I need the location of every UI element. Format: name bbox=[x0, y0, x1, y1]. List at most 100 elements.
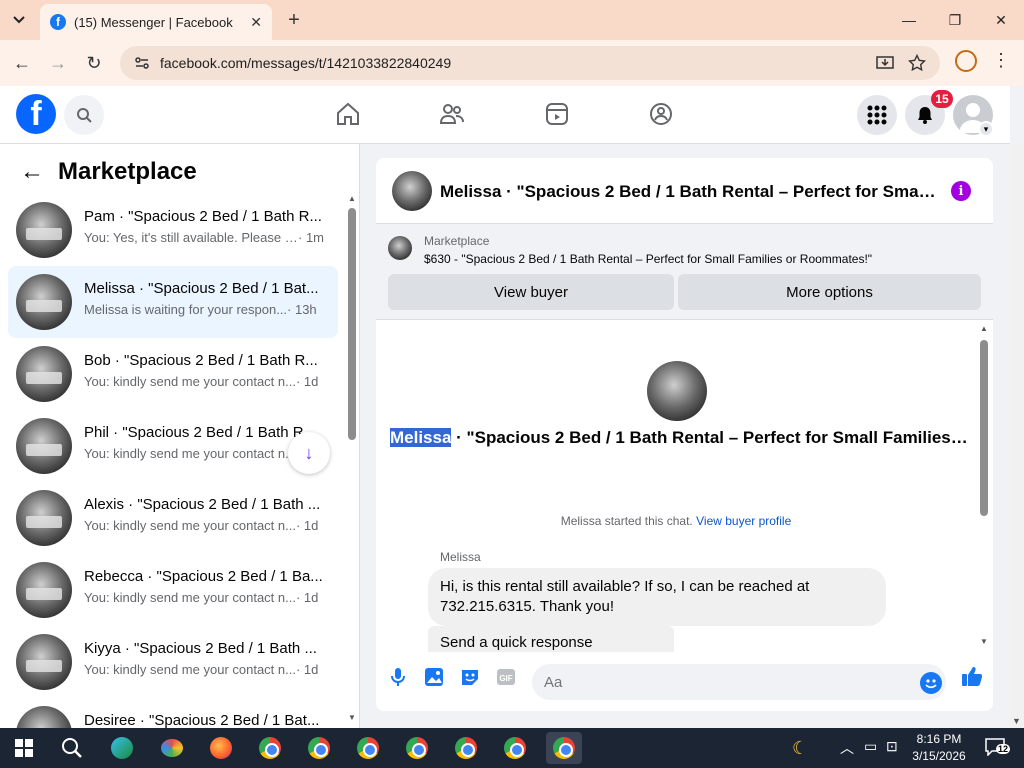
facebook-logo-icon[interactable]: f bbox=[16, 94, 56, 134]
chrome-icon[interactable] bbox=[546, 732, 582, 764]
search-button[interactable] bbox=[64, 95, 104, 135]
chrome-icon[interactable] bbox=[448, 732, 484, 764]
conversation-name: Melissa · "Spacious 2 Bed / 1 Bat... bbox=[84, 280, 319, 297]
sticker-icon[interactable] bbox=[459, 666, 481, 688]
browser-profile-icon[interactable] bbox=[955, 50, 977, 72]
bookmark-star-icon[interactable] bbox=[908, 54, 926, 72]
browser-menu-icon[interactable]: ⋮ bbox=[992, 50, 1010, 71]
forward-button[interactable]: → bbox=[45, 50, 71, 76]
photo-icon[interactable] bbox=[423, 666, 445, 688]
more-options-button[interactable]: More options bbox=[678, 274, 981, 310]
thumbs-up-icon[interactable] bbox=[960, 664, 984, 688]
message-bubble[interactable]: Hi, is this rental still available? If s… bbox=[428, 568, 886, 626]
start-button[interactable] bbox=[6, 732, 42, 764]
conversation-snippet: You: kindly send me your contact n... · … bbox=[84, 590, 324, 605]
windows-logo-icon bbox=[15, 739, 33, 757]
snippet-time: · 1d bbox=[295, 662, 319, 677]
snippet-text: You: kindly send me your contact n... bbox=[84, 590, 296, 605]
conversation-snippet: You: kindly send me your contact n... · … bbox=[84, 518, 324, 533]
back-arrow-icon[interactable]: ← bbox=[20, 158, 44, 186]
groups-icon[interactable] bbox=[647, 100, 675, 128]
chrome-icon[interactable] bbox=[350, 732, 386, 764]
chrome-icon[interactable] bbox=[301, 732, 337, 764]
chevron-down-icon[interactable]: ▾ bbox=[978, 121, 994, 137]
listing-avatar[interactable] bbox=[647, 361, 707, 421]
conversation-item[interactable]: Melissa · "Spacious 2 Bed / 1 Bat... Meli… bbox=[8, 266, 338, 338]
chrome-icon[interactable] bbox=[497, 732, 533, 764]
bell-icon bbox=[918, 107, 932, 124]
conversation-item[interactable]: Rebecca · "Spacious 2 Bed / 1 Ba... You: … bbox=[8, 554, 338, 626]
gif-icon[interactable]: GIF bbox=[495, 666, 517, 688]
scroll-down-arrow-icon[interactable]: ↓ bbox=[288, 432, 330, 474]
svg-text:GIF: GIF bbox=[499, 674, 512, 683]
paint-app-icon[interactable] bbox=[154, 732, 190, 764]
browser-tab[interactable]: f (15) Messenger | Facebook ✕ bbox=[40, 4, 272, 40]
taskbar-search-button[interactable] bbox=[54, 732, 90, 764]
network-icon[interactable]: ⊡ bbox=[886, 738, 898, 755]
chevron-down-icon bbox=[13, 16, 25, 24]
back-button[interactable]: ← bbox=[9, 50, 35, 76]
display-icon[interactable]: ▭ bbox=[864, 738, 877, 755]
close-window-button[interactable]: ✕ bbox=[978, 0, 1024, 40]
conversation-item[interactable]: Bob · "Spacious 2 Bed / 1 Bath R... You: … bbox=[8, 338, 338, 410]
night-light-icon[interactable]: ☾ bbox=[792, 738, 808, 759]
message-sender: Melissa bbox=[440, 550, 481, 564]
listing-thumbnail-small bbox=[388, 236, 412, 260]
site-settings-icon[interactable] bbox=[134, 55, 150, 71]
conversation-item[interactable]: Alexis · "Spacious 2 Bed / 1 Bath ... You… bbox=[8, 482, 338, 554]
listing-thumbnail bbox=[16, 202, 72, 258]
clock-date: 3/15/2026 bbox=[912, 749, 966, 763]
clock-time: 8:16 PM bbox=[916, 732, 962, 746]
composer-bar: GIF bbox=[376, 650, 993, 711]
chrome-icon[interactable] bbox=[399, 732, 435, 764]
reload-button[interactable]: ↻ bbox=[81, 50, 107, 76]
message-area: Melissa · "Spacious 2 Bed / 1 Bath Renta… bbox=[376, 320, 993, 652]
chat-title[interactable]: Melissa · "Spacious 2 Bed / 1 Bath Renta… bbox=[440, 182, 940, 202]
marketplace-banner: Marketplace $630 - "Spacious 2 Bed / 1 B… bbox=[376, 224, 993, 320]
install-app-icon[interactable] bbox=[876, 54, 894, 72]
message-scrollbar[interactable]: ▲ ▼ bbox=[979, 324, 989, 646]
highlighted-name: Melissa bbox=[390, 428, 452, 447]
minimize-button[interactable]: — bbox=[886, 0, 932, 40]
panel-heading: Marketplace bbox=[58, 158, 197, 185]
conversation-snippet: Melissa is waiting for your respon... · … bbox=[84, 302, 324, 317]
chat-header: Melissa · "Spacious 2 Bed / 1 Bath Renta… bbox=[376, 158, 993, 224]
conversation-name: Kiyya · "Spacious 2 Bed / 1 Bath ... bbox=[84, 640, 317, 657]
listing-description[interactable]: $630 - "Spacious 2 Bed / 1 Bath Rental –… bbox=[424, 252, 872, 266]
restore-button[interactable]: ❐ bbox=[932, 0, 978, 40]
chrome-icon[interactable] bbox=[252, 732, 288, 764]
firefox-icon[interactable] bbox=[203, 732, 239, 764]
conversation-item[interactable]: Desiree · "Spacious 2 Bed / 1 Bat... bbox=[8, 698, 338, 728]
info-icon[interactable]: i bbox=[951, 181, 971, 201]
show-hidden-icons-button[interactable]: ︿ bbox=[840, 738, 854, 758]
view-buyer-profile-link[interactable]: View buyer profile bbox=[696, 514, 791, 528]
conversation-item[interactable]: Kiyya · "Spacious 2 Bed / 1 Bath ... You:… bbox=[8, 626, 338, 698]
snippet-time: · 1d bbox=[295, 518, 319, 533]
tab-close-icon[interactable]: ✕ bbox=[250, 14, 262, 31]
notification-center-icon[interactable]: 12 bbox=[984, 736, 1011, 758]
snippet-text: You: Yes, it's still available. Please s… bbox=[84, 230, 298, 245]
listing-thumbnail bbox=[16, 634, 72, 690]
listing-thumbnail[interactable] bbox=[392, 171, 432, 211]
view-buyer-button[interactable]: View buyer bbox=[388, 274, 674, 310]
address-bar[interactable]: facebook.com/messages/t/1421033822840249 bbox=[120, 46, 940, 80]
snippet-text: Melissa is waiting for your respon... bbox=[84, 302, 288, 317]
page-scrollbar[interactable]: ▼ bbox=[1010, 144, 1024, 728]
quick-response-button[interactable]: Send a quick response bbox=[428, 626, 674, 652]
new-tab-button[interactable]: + bbox=[282, 8, 306, 32]
notification-badge: 15 bbox=[931, 90, 953, 108]
system-clock[interactable]: 8:16 PM 3/15/2026 bbox=[906, 731, 972, 765]
message-input[interactable] bbox=[532, 664, 946, 700]
conversation-scrollbar[interactable]: ▲ ▼ bbox=[348, 194, 356, 722]
friends-icon[interactable] bbox=[438, 100, 466, 128]
snippet-text: You: kindly send me your contact n... bbox=[84, 446, 296, 461]
menu-grid-button[interactable] bbox=[857, 95, 897, 135]
conversation-item[interactable]: Pam · "Spacious 2 Bed / 1 Bath R... You: … bbox=[8, 194, 338, 266]
snippet-text: You: kindly send me your contact n... bbox=[84, 518, 296, 533]
microphone-icon[interactable] bbox=[387, 666, 409, 688]
emoji-icon[interactable] bbox=[920, 672, 942, 694]
video-icon[interactable] bbox=[543, 100, 571, 128]
home-icon[interactable] bbox=[334, 100, 362, 128]
edge-icon[interactable] bbox=[104, 732, 140, 764]
tab-search-button[interactable] bbox=[6, 8, 32, 32]
